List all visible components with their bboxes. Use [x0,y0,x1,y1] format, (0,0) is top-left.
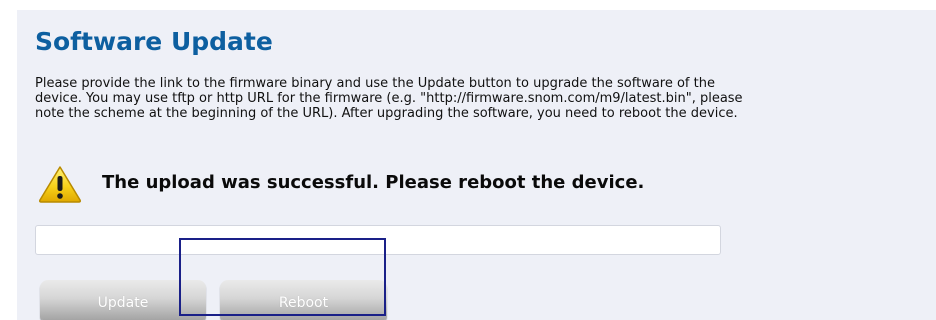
description-line: Please provide the link to the firmware … [35,76,715,91]
software-update-panel: Software Update Please provide the link … [17,10,936,320]
reboot-button[interactable]: Reboot [220,280,387,320]
update-description: Please provide the link to the firmware … [35,76,743,121]
description-line: device. You may use tftp or http URL for… [35,91,743,106]
description-line: note the scheme at the beginning of the … [35,106,738,121]
warning-icon [38,166,82,203]
status-message: The upload was successful. Please reboot… [102,172,645,193]
page-title: Software Update [35,27,273,56]
firmware-url-input[interactable] [35,225,721,255]
update-button[interactable]: Update [40,280,206,320]
